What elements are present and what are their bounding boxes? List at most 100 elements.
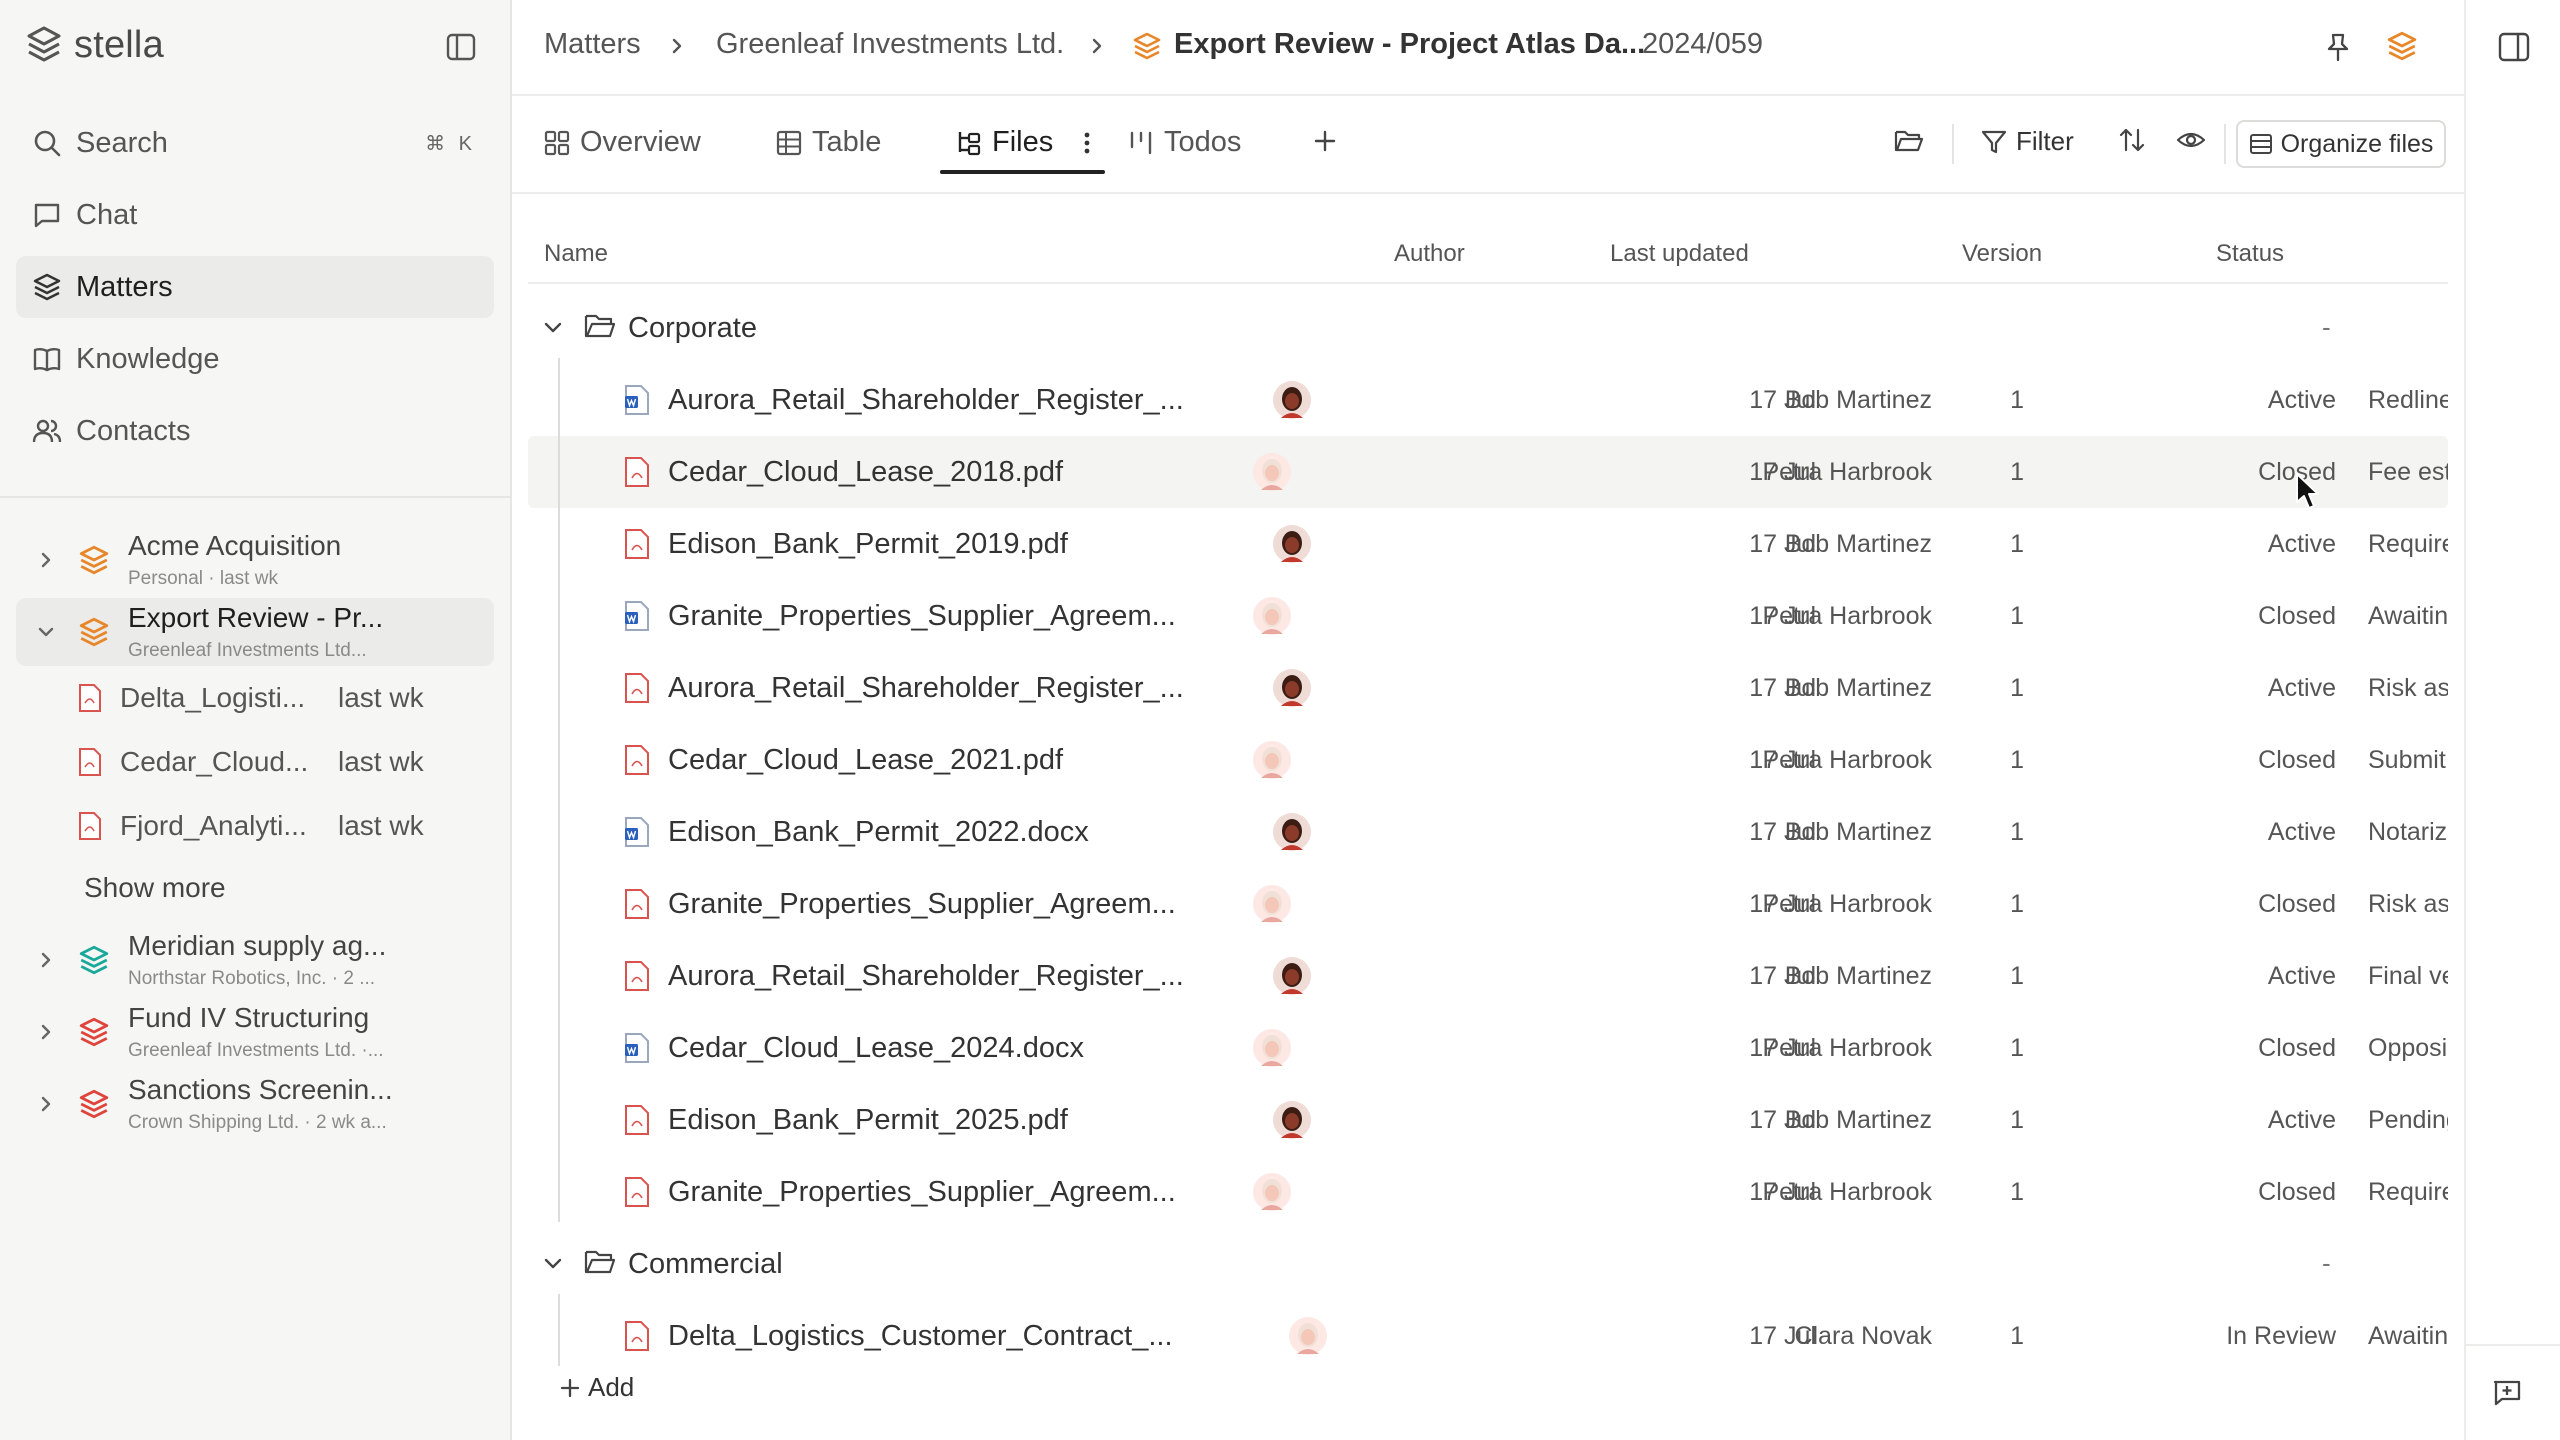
mouse-cursor-icon — [2296, 473, 2319, 509]
chevron-right-icon[interactable] — [36, 1022, 56, 1042]
chevron-down-icon[interactable] — [542, 1252, 564, 1274]
table-row[interactable]: Aurora_Retail_Shareholder_Register_... Bo… — [528, 940, 2448, 1012]
table-row[interactable]: Edison_Bank_Permit_2022.docx Bob Martinez… — [528, 796, 2448, 868]
table-row[interactable]: Edison_Bank_Permit_2025.pdf Bob Martinez 1… — [528, 1084, 2448, 1156]
organize-files-button[interactable]: Organize files — [2236, 120, 2446, 168]
file-name[interactable]: Edison_Bank_Permit_2025.pdf — [668, 1104, 1068, 1137]
right-panel-toggle-icon[interactable] — [2498, 32, 2530, 62]
table-row[interactable]: Edison_Bank_Permit_2019.pdf Bob Martinez 1… — [528, 508, 2448, 580]
chevron-down-icon[interactable] — [36, 622, 56, 642]
file-status[interactable]: Active — [2268, 818, 2336, 847]
nav-chat[interactable]: Chat — [16, 184, 494, 246]
table-row[interactable]: Granite_Properties_Supplier_Agreem... Pet… — [528, 868, 2448, 940]
matter-item[interactable]: Meridian supply ag... Northstar Robotics… — [16, 926, 494, 994]
tab-files[interactable]: Files — [956, 126, 1091, 159]
nav-knowledge[interactable]: Knowledge — [16, 328, 494, 390]
file-status[interactable]: Active — [2268, 1106, 2336, 1135]
brand[interactable]: stella — [24, 22, 164, 68]
folder-open-icon — [584, 314, 616, 338]
sort-button[interactable] — [2118, 126, 2146, 154]
matter-layers-icon — [79, 945, 109, 975]
chevron-down-icon[interactable] — [542, 316, 564, 338]
table-row[interactable]: Cedar_Cloud_Lease_2021.pdf Petra Harbrook… — [528, 724, 2448, 796]
matter-item[interactable]: Acme Acquisition Personal · last wk — [16, 526, 494, 594]
file-status[interactable]: Active — [2268, 962, 2336, 991]
pin-icon[interactable] — [2324, 32, 2352, 62]
tab-overview[interactable]: Overview — [544, 126, 701, 159]
table-row[interactable]: Cedar_Cloud_Lease_2018.pdf Petra Harbrook… — [528, 436, 2448, 508]
show-more-link[interactable]: Show more — [84, 872, 226, 904]
breadcrumb-client[interactable]: Greenleaf Investments Ltd. — [716, 28, 1064, 61]
file-name[interactable]: Aurora_Retail_Shareholder_Register_... — [668, 384, 1184, 417]
nav-matters[interactable]: Matters — [16, 256, 494, 318]
sidebar-toggle-icon — [446, 33, 476, 61]
file-note: Risk as — [2368, 674, 2448, 702]
file-status[interactable]: Closed — [2258, 890, 2336, 919]
breadcrumb-matters[interactable]: Matters — [544, 28, 641, 61]
file-name[interactable]: Edison_Bank_Permit_2022.docx — [668, 816, 1089, 849]
tab-table[interactable]: Table — [776, 126, 881, 159]
view-options-button[interactable] — [2176, 126, 2206, 154]
filter-button[interactable]: Filter — [1980, 126, 2074, 157]
table-row[interactable]: Aurora_Retail_Shareholder_Register_... Bo… — [528, 652, 2448, 724]
file-name[interactable]: Granite_Properties_Supplier_Agreem... — [668, 600, 1176, 633]
file-name[interactable]: Aurora_Retail_Shareholder_Register_... — [668, 960, 1184, 993]
file-name[interactable]: Cedar_Cloud_Lease_2021.pdf — [668, 744, 1063, 777]
file-status[interactable]: Active — [2268, 530, 2336, 559]
file-name[interactable]: Aurora_Retail_Shareholder_Register_... — [668, 672, 1184, 705]
column-header-author[interactable]: Author — [1394, 240, 1465, 268]
file-status[interactable]: In Review — [2226, 1322, 2336, 1351]
file-status[interactable]: Closed — [2258, 1034, 2336, 1063]
file-name[interactable]: Granite_Properties_Supplier_Agreem... — [668, 888, 1176, 921]
file-name[interactable]: Granite_Properties_Supplier_Agreem... — [668, 1176, 1176, 1209]
matter-item[interactable]: Fund IV Structuring Greenleaf Investment… — [16, 998, 494, 1066]
chevron-right-icon[interactable] — [36, 1094, 56, 1114]
column-header-last-updated[interactable]: Last updated — [1610, 240, 1749, 268]
file-status[interactable]: Closed — [2258, 746, 2336, 775]
sidebar-file-item[interactable]: Delta_Logisti... last wk — [78, 678, 424, 718]
column-header-version[interactable]: Version — [1962, 240, 2042, 268]
column-header-name[interactable]: Name — [544, 240, 608, 268]
sidebar-file-time: last wk — [338, 810, 424, 841]
file-name[interactable]: Cedar_Cloud_Lease_2024.docx — [668, 1032, 1084, 1065]
plus-icon — [1314, 130, 1336, 152]
table-row[interactable]: Delta_Logistics_Customer_Contract_... Cla… — [528, 1300, 2448, 1372]
table-row[interactable]: Granite_Properties_Supplier_Agreem... Pet… — [528, 1156, 2448, 1228]
nav-search[interactable]: Search ⌘ K — [16, 112, 494, 174]
table-row[interactable]: Aurora_Retail_Shareholder_Register_... Bo… — [528, 364, 2448, 436]
chevron-right-icon[interactable] — [36, 950, 56, 970]
word-file-icon — [625, 817, 649, 847]
open-folder-button[interactable] — [1894, 128, 1924, 154]
matter-title: Meridian supply ag... — [128, 930, 387, 961]
top-bar: Matters Greenleaf Investments Ltd. Expor… — [512, 0, 2560, 96]
add-file-button[interactable]: Add — [558, 1372, 634, 1403]
table-row[interactable]: Cedar_Cloud_Lease_2024.docx Petra Harbroo… — [528, 1012, 2448, 1084]
add-tab-button[interactable] — [1312, 128, 1338, 154]
chevron-right-icon[interactable] — [36, 550, 56, 570]
matter-layers-icon[interactable] — [2386, 30, 2418, 62]
table-row[interactable]: Granite_Properties_Supplier_Agreem... Pet… — [528, 580, 2448, 652]
collapse-sidebar-button[interactable] — [444, 30, 478, 64]
file-status[interactable]: Active — [2268, 674, 2336, 703]
matter-item[interactable]: Sanctions Screenin... Crown Shipping Ltd… — [16, 1070, 494, 1138]
column-header-status[interactable]: Status — [2216, 240, 2284, 268]
file-status[interactable]: Closed — [2258, 1178, 2336, 1207]
file-status[interactable]: Closed — [2258, 602, 2336, 631]
sidebar-file-item[interactable]: Fjord_Analyti... last wk — [78, 806, 424, 846]
feedback-button[interactable] — [2492, 1378, 2522, 1408]
word-file-icon — [625, 601, 649, 631]
nav-contacts[interactable]: Contacts — [16, 400, 494, 462]
folder-group-row[interactable]: Corporate - — [528, 292, 2448, 364]
file-status[interactable]: Active — [2268, 386, 2336, 415]
file-name[interactable]: Edison_Bank_Permit_2019.pdf — [668, 528, 1068, 561]
tab-todos[interactable]: Todos — [1128, 126, 1241, 159]
rail-divider — [2466, 1344, 2560, 1346]
file-name[interactable]: Cedar_Cloud_Lease_2018.pdf — [668, 456, 1063, 489]
matter-item-active[interactable]: Export Review - Pr... Greenleaf Investme… — [16, 598, 494, 666]
sidebar-file-item[interactable]: Cedar_Cloud... last wk — [78, 742, 424, 782]
more-vertical-icon[interactable] — [1083, 130, 1091, 156]
file-name[interactable]: Delta_Logistics_Customer_Contract_... — [668, 1320, 1173, 1353]
file-version: 1 — [2010, 458, 2024, 486]
matter-code: 2024/059 — [1642, 28, 1763, 60]
folder-group-row[interactable]: Commercial - — [528, 1228, 2448, 1300]
